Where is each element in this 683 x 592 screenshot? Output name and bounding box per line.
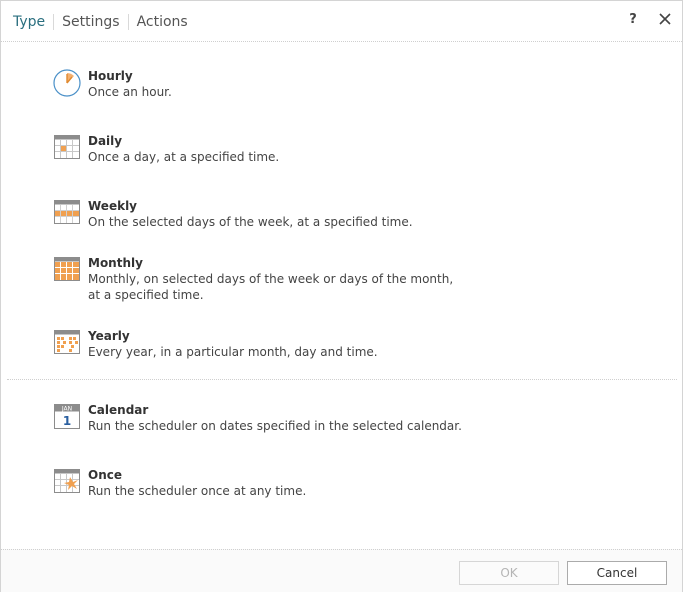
tab-type[interactable]: Type bbox=[13, 13, 53, 31]
clock-icon bbox=[53, 68, 81, 97]
option-description: Run the scheduler on dates specified in … bbox=[88, 419, 462, 433]
option-description: Once a day, at a specified time. bbox=[88, 150, 280, 164]
dialog-footer: OK Cancel bbox=[1, 549, 682, 592]
option-description: Every year, in a particular month, day a… bbox=[88, 345, 378, 359]
calendar-weekly-icon bbox=[53, 198, 81, 226]
calendar-yearly-icon bbox=[53, 328, 81, 356]
ok-button[interactable]: OK bbox=[459, 561, 559, 585]
tab-actions[interactable]: Actions bbox=[129, 13, 196, 31]
calendar-daily-icon bbox=[53, 133, 81, 161]
tab-settings[interactable]: Settings bbox=[54, 13, 127, 31]
calendar-day-text: 1 bbox=[63, 414, 71, 428]
calendar-monthly-icon bbox=[53, 255, 81, 283]
help-button[interactable]: ? bbox=[626, 12, 640, 27]
option-title: Daily bbox=[88, 134, 123, 148]
scheduler-dialog: Type Settings Actions ? Hourly Once an h… bbox=[0, 0, 683, 592]
calendar-month-text: JAN bbox=[61, 406, 72, 413]
option-title: Hourly bbox=[88, 69, 133, 83]
dialog-header: Type Settings Actions ? bbox=[1, 1, 682, 42]
option-title: Yearly bbox=[88, 329, 130, 343]
tab-bar: Type Settings Actions bbox=[13, 13, 196, 31]
section-divider bbox=[7, 379, 677, 380]
option-description: On the selected days of the week, at a s… bbox=[88, 215, 413, 229]
option-title: Once bbox=[88, 468, 122, 482]
option-description: Once an hour. bbox=[88, 85, 172, 99]
option-title: Calendar bbox=[88, 403, 149, 417]
close-icon[interactable] bbox=[658, 11, 672, 27]
cancel-button[interactable]: Cancel bbox=[567, 561, 667, 585]
option-title: Weekly bbox=[88, 199, 138, 213]
option-description: Monthly, on selected days of the week or… bbox=[88, 272, 454, 302]
calendar-page-icon: JAN 1 bbox=[53, 402, 81, 430]
calendar-once-icon bbox=[53, 467, 81, 495]
option-description: Run the scheduler once at any time. bbox=[88, 484, 307, 498]
option-title: Monthly bbox=[88, 256, 143, 270]
